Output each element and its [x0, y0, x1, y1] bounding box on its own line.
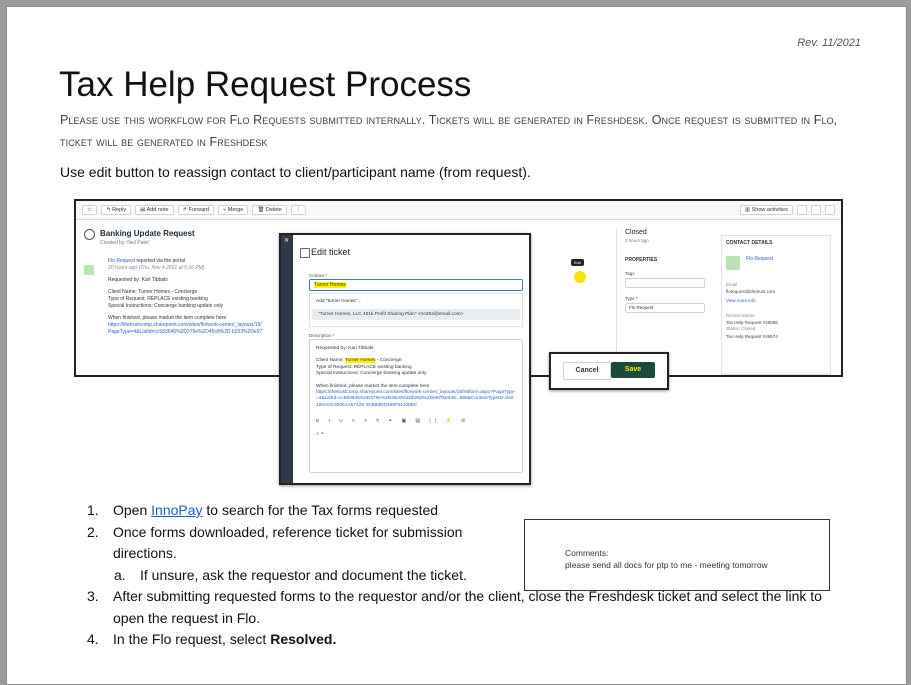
contact-match-option: "Turner Homes, LLC 401k Profit Sharing P… [312, 309, 520, 320]
rich-text-toolbar: B I U ≡ ≡ ¶ ⚭ ▣ ▤ {} ⚡ ⊘ [316, 419, 470, 425]
contact-details-heading: CONTACT DETAILS [726, 240, 773, 246]
when-finished: When finished, please market the item co… [108, 315, 227, 321]
recent-ticket-status: Status: Closed [726, 326, 756, 331]
view-more-link: View more info [726, 298, 756, 303]
comments-value: please send all docs for ptp to me - mee… [565, 560, 768, 570]
star-button: ☆ [82, 205, 97, 215]
contact-dropdown: Add "turner homes"... "Turner Homes, LLC… [309, 293, 523, 327]
tags-label: Tags [625, 271, 635, 276]
tags-field [625, 278, 705, 288]
via-portal-line: Flo Request reported via the portal [108, 258, 185, 264]
edit-ticket-icon [300, 248, 310, 258]
comments-label: Comments: [565, 548, 609, 558]
modal-title: Edit ticket [311, 247, 351, 257]
comments-box: Comments: please send all docs for ptp t… [524, 519, 830, 591]
properties-heading: PROPERTIES [625, 257, 658, 263]
document-page: Rev. 11/2021 Tax Help Request Process Pl… [6, 6, 907, 685]
edit-pencil-icon [574, 271, 586, 283]
url-line: https://thetrustcomp.sharepoint.com/site… [108, 322, 262, 328]
more-button: ⋮ [290, 205, 307, 215]
modal-sidebar: ✕ [281, 235, 293, 483]
description-label: Description * [309, 333, 335, 338]
recent-ticket: Tax Help Request #49574 [726, 334, 778, 339]
subtitle: Please use this workflow for Flo Request… [60, 113, 838, 149]
add-contact-option: Add "turner homes"... [316, 299, 362, 304]
client-name: Client Name: Turner Homes - Concierge [108, 289, 198, 295]
edit-ticket-modal: ✕ Edit ticket Contact * Turner Homes Add… [279, 233, 531, 485]
save-cancel-overlay: Cancel Save [549, 352, 669, 390]
contact-label: Contact * [309, 273, 328, 278]
globe-icon [84, 229, 95, 240]
recent-tickets-label: Recent tickets [726, 313, 755, 318]
email-label: Email [726, 282, 738, 287]
edit-tooltip: Edit [571, 259, 584, 266]
email-value: florequest@thetrust.com [726, 289, 776, 294]
page-title: Tax Help Request Process [59, 65, 472, 104]
cancel-button[interactable]: Cancel [563, 362, 611, 380]
contact-name: Flo Request [746, 256, 773, 262]
type-label: Type * [625, 296, 638, 301]
innopay-link[interactable]: InnoPay [151, 502, 202, 518]
prev-nav-icon [797, 205, 807, 215]
next-nav-icon [811, 205, 821, 215]
forward-button: ↱ Forward [177, 205, 214, 215]
ticket-title: Banking Update Request [100, 229, 195, 238]
special-instructions: Special Instructions: Concierge banking … [108, 303, 224, 309]
intro-text: Use edit button to reassign contact to c… [60, 164, 531, 180]
step-2: 2. Once forms downloaded, reference ticke… [87, 523, 463, 562]
contact-details-panel: CONTACT DETAILS Flo Request Email floreq… [721, 235, 831, 375]
requested-by: Requested by: Kari Tibbals [108, 277, 168, 283]
step-3: 3. After submitting requested forms to th… [87, 588, 822, 626]
ticket-body: Banking Update Request Created by: Neil … [84, 229, 284, 336]
requester-avatar [84, 265, 94, 275]
desc-url: https://thetrustcomp.sharepoint.com/site… [316, 390, 515, 408]
step-4: 4. In the Flo request, select Resolved. [87, 631, 337, 647]
type-field: Flo Request [625, 303, 705, 313]
delete-button: 🗑 Delete [252, 205, 287, 215]
url-line: PageType=4&ListId=cc583645%2D379e%2D45c8… [108, 329, 263, 335]
attach-icon: A ⚭ [316, 431, 325, 437]
status-time: 2 hours ago [625, 238, 649, 243]
merge-button: ⑂ Merge [217, 205, 249, 215]
desc-requested-by: Requested by: Kari Tibbals [316, 346, 374, 351]
save-button[interactable]: Save [611, 362, 655, 378]
desc-special: Special Instructions: Concierge banking … [316, 371, 427, 377]
status-label: Closed [625, 229, 647, 236]
description-editor: Requested by: Kari Tibbals Client Name: … [309, 339, 523, 473]
type-of-request: Type of Request: REPLACE existing bankin… [108, 296, 208, 302]
step-2a: a. If unsure, ask the requestor and docum… [114, 566, 467, 583]
show-activities-button: ▥ Show activities [739, 205, 793, 215]
recent-ticket: Tax Help Request #49586 [726, 320, 778, 325]
close-icon: ✕ [284, 238, 290, 244]
contact-avatar [726, 256, 740, 270]
revision-date: Rev. 11/2021 [797, 37, 861, 49]
expand-nav-icon [825, 205, 835, 215]
contact-input: Turner Homes [309, 279, 523, 291]
ticket-time: 20 hours ago (Thu, Nov 4 2021 at 5:16 PM… [108, 265, 205, 271]
add-note-button: ▤ Add note [135, 205, 174, 215]
created-by: Created by: Neil Patel [100, 240, 149, 246]
reply-button: ↰ Reply [100, 205, 132, 215]
ticket-toolbar: ☆ ↰ Reply ▤ Add note ↱ Forward ⑂ Merge 🗑… [76, 201, 841, 220]
